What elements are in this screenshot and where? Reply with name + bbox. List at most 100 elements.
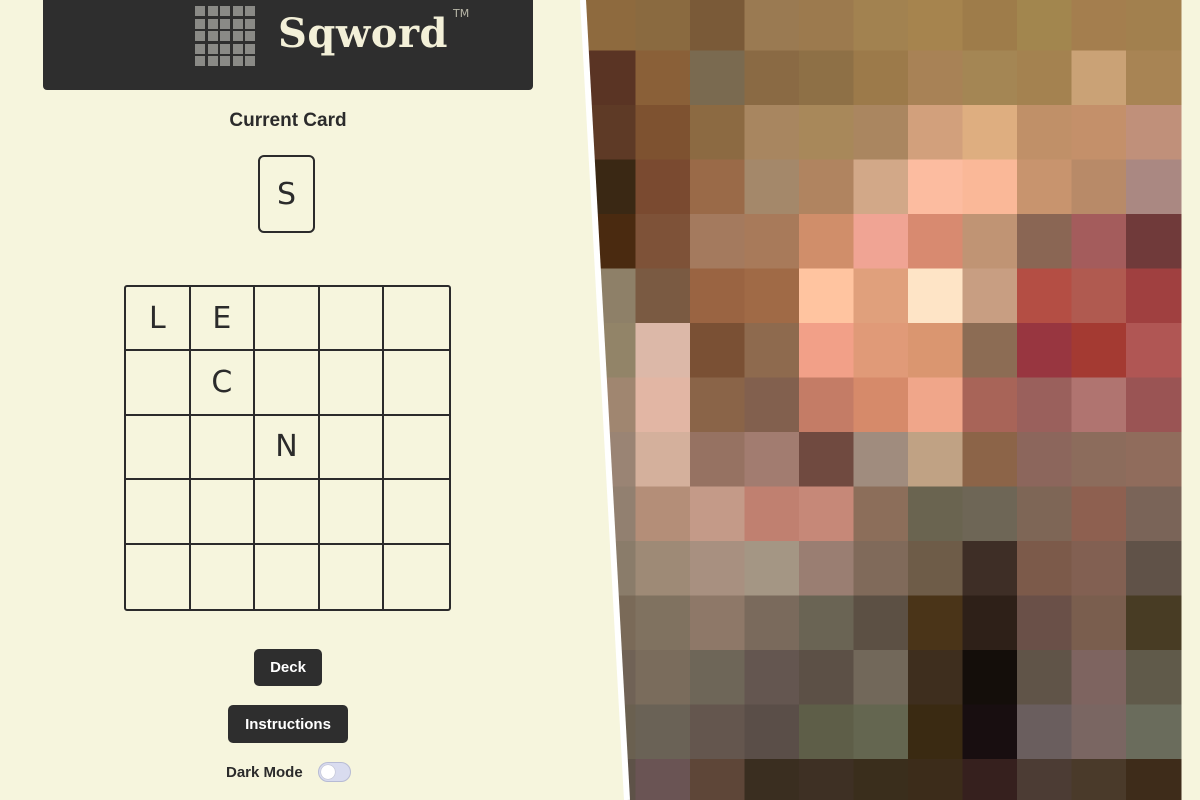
photo-pixel <box>744 0 800 52</box>
photo-pixel <box>635 486 691 542</box>
board-cell[interactable]: C <box>190 351 256 416</box>
photo-pixel <box>962 486 1018 542</box>
photo-pixel <box>690 650 746 706</box>
photo-pixel <box>690 50 746 106</box>
logo-square <box>245 18 255 29</box>
photo-pixel <box>908 159 964 215</box>
board-cell[interactable]: N <box>255 415 320 481</box>
photo-pixel <box>962 704 1018 760</box>
photo-pixel <box>853 268 909 324</box>
board-cell[interactable] <box>319 480 385 545</box>
photo-pixel <box>1017 595 1073 651</box>
board-cell[interactable] <box>255 544 320 609</box>
board-cell[interactable] <box>190 480 256 545</box>
photo-pixel <box>635 50 691 106</box>
board-cell[interactable] <box>384 287 449 352</box>
photo-pixel <box>799 0 855 52</box>
photo-pixel <box>962 650 1018 706</box>
board-cell[interactable]: E <box>190 287 256 352</box>
photo-pixel <box>1126 214 1182 270</box>
photo-pixel <box>744 650 800 706</box>
photo-pixel <box>744 323 800 379</box>
photo-pixel <box>690 0 746 52</box>
photo-pixel <box>908 432 964 488</box>
board-cell[interactable] <box>320 544 385 609</box>
photo-pixel <box>635 595 691 651</box>
photo-pixel <box>635 759 691 800</box>
photo-pixel <box>1017 759 1073 800</box>
photo-pixel <box>744 432 800 488</box>
board-cell[interactable] <box>190 415 256 481</box>
logo-square <box>207 6 218 16</box>
photo-pixel <box>799 323 855 379</box>
photo-pixel <box>853 159 909 215</box>
board-cell[interactable] <box>255 287 320 352</box>
board-cell[interactable] <box>319 287 385 352</box>
photo-pixel <box>853 595 909 651</box>
photo-pixel <box>744 214 800 270</box>
photo-pixel <box>744 268 800 324</box>
board-cell[interactable] <box>126 415 191 481</box>
photo-pixel <box>962 214 1018 270</box>
photo-pixel <box>635 432 691 488</box>
board-cell[interactable] <box>384 480 449 545</box>
board-cell[interactable] <box>126 480 191 545</box>
board-cell[interactable] <box>384 351 449 416</box>
board-cell[interactable] <box>384 416 449 481</box>
photo-pixel <box>1071 105 1127 161</box>
board-cell[interactable] <box>255 480 320 545</box>
board-cell[interactable] <box>255 351 320 416</box>
photo-pixel <box>635 323 691 379</box>
photo-pixel <box>853 432 909 488</box>
board-cell[interactable] <box>319 351 385 416</box>
photo-pixel <box>1017 432 1073 488</box>
photo-pixel <box>853 650 909 706</box>
photo-pixel <box>1126 432 1182 488</box>
instructions-button[interactable]: Instructions <box>228 705 348 743</box>
logo-square <box>245 6 255 16</box>
logo-square <box>195 43 205 54</box>
photo-pixel <box>853 323 909 379</box>
photo-pixel <box>908 595 964 651</box>
photo-pixel <box>908 377 964 433</box>
photo-pixel <box>799 105 855 161</box>
board-cell[interactable] <box>319 415 385 481</box>
dark-mode-toggle[interactable] <box>318 762 351 782</box>
photo-pixel <box>1126 377 1182 433</box>
photo-pixel <box>1126 486 1182 542</box>
photo-pixel <box>1126 759 1182 800</box>
photo-pixel <box>908 323 964 379</box>
board-cell[interactable] <box>126 351 191 416</box>
photo-pixel <box>799 432 855 488</box>
logo-square <box>220 31 230 41</box>
photo-pixel <box>962 595 1018 651</box>
game-board: LECN <box>124 285 451 611</box>
photo-pixel <box>1017 377 1073 433</box>
photo-pixel <box>690 432 746 488</box>
photo-pixel <box>1126 268 1182 324</box>
photo-pixel <box>635 159 691 215</box>
photo-pixel <box>1071 159 1127 215</box>
photo-pixel <box>1017 50 1073 106</box>
photo-pixel <box>1071 759 1127 800</box>
photo-pixel <box>1017 323 1073 379</box>
photo-pixel <box>583 0 637 52</box>
photo-pixel <box>744 377 800 433</box>
deck-button[interactable]: Deck <box>254 649 322 686</box>
photo-pixel <box>908 541 964 597</box>
photo-pixel <box>1071 486 1127 542</box>
photo-pixel <box>1017 268 1073 324</box>
photo-pixel <box>690 268 746 324</box>
board-cell[interactable] <box>191 544 256 609</box>
photo-pixel <box>690 541 746 597</box>
board-cell[interactable]: L <box>126 287 191 352</box>
app-header: Sqword TM <box>43 0 533 90</box>
board-cell[interactable] <box>126 544 191 609</box>
board-cell[interactable] <box>384 545 449 609</box>
photo-pixel <box>744 486 800 542</box>
logo-square <box>195 6 205 16</box>
photo-pixel <box>1017 105 1073 161</box>
photo-pixel <box>1126 105 1182 161</box>
photo-pixel <box>908 105 964 161</box>
photo-pixel <box>799 486 855 542</box>
